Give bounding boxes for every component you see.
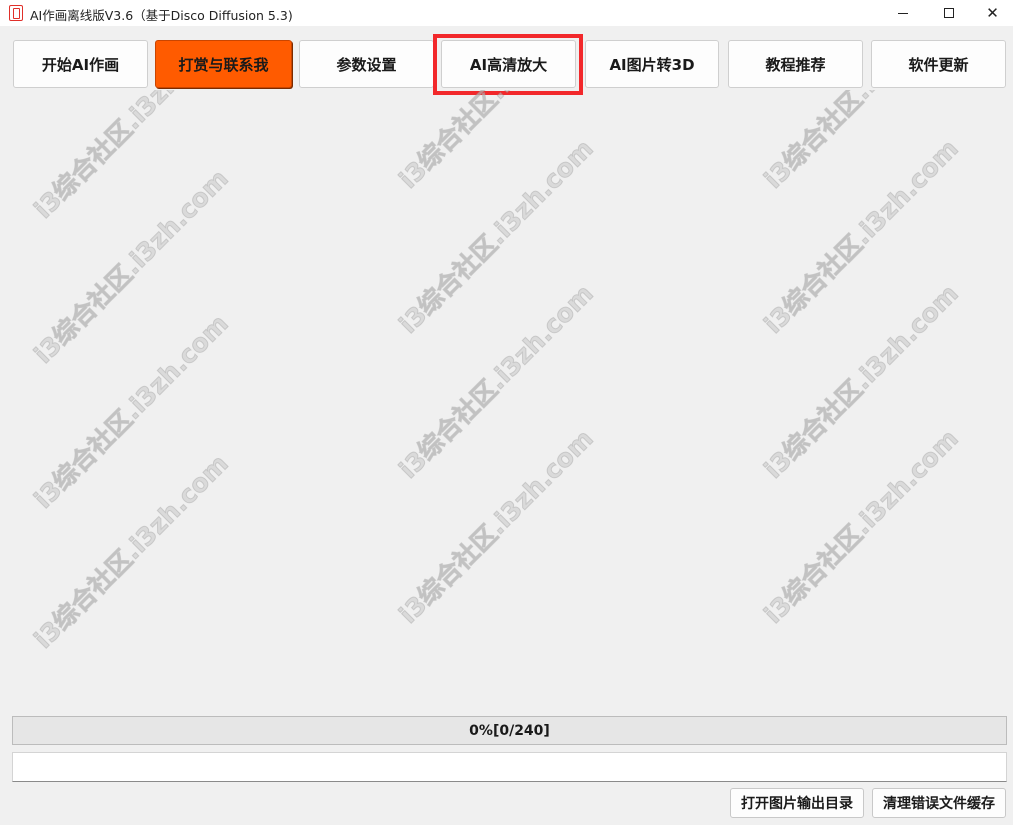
watermark-text: i3综合社区.i3zh.com	[28, 90, 234, 225]
watermark-text: i3综合社区.i3zh.com	[393, 423, 599, 630]
tutorial-recommend-button[interactable]: 教程推荐	[728, 40, 863, 88]
watermark-text: i3综合社区.i3zh.com	[758, 423, 964, 630]
app-window: AI作画离线版V3.6（基于Disco Diffusion 5.3) ✕ 开始A…	[0, 0, 1013, 825]
watermark-text: i3综合社区.i3zh.com	[393, 90, 599, 195]
close-icon: ✕	[986, 3, 999, 22]
donate-contact-button[interactable]: 打赏与联系我	[155, 40, 292, 88]
start-ai-painting-button[interactable]: 开始AI作画	[13, 40, 148, 88]
open-output-folder-button[interactable]: 打开图片输出目录	[730, 788, 864, 818]
ai-image-to-3d-button[interactable]: AI图片转3D	[585, 40, 719, 88]
ai-upscale-button[interactable]: AI高清放大	[441, 40, 576, 88]
watermark-text: i3综合社区.i3zh.com	[393, 133, 599, 340]
maximize-icon	[944, 8, 954, 18]
close-button[interactable]: ✕	[972, 0, 1013, 26]
app-logo-icon	[9, 5, 23, 21]
minimize-button[interactable]	[880, 0, 926, 26]
status-field[interactable]	[12, 752, 1007, 782]
watermark-text: i3综合社区.i3zh.com	[758, 278, 964, 485]
watermark-text: i3综合社区.i3zh.com	[758, 133, 964, 340]
main-toolbar: 开始AI作画 打赏与联系我 参数设置 AI高清放大 AI图片转3D 教程推荐 软…	[0, 38, 1013, 90]
maximize-button[interactable]	[926, 0, 972, 26]
generation-progress-bar: 0%[0/240]	[12, 716, 1007, 745]
watermark-layer: i3综合社区.i3zh.com i3综合社区.i3zh.com i3综合社区.i…	[0, 90, 1013, 715]
title-bar: AI作画离线版V3.6（基于Disco Diffusion 5.3) ✕	[0, 0, 1013, 26]
watermark-text: i3综合社区.i3zh.com	[28, 163, 234, 370]
watermark-text: i3综合社区.i3zh.com	[28, 308, 234, 515]
watermark-text: i3综合社区.i3zh.com	[758, 90, 964, 195]
watermark-text: i3综合社区.i3zh.com	[28, 448, 234, 655]
software-update-button[interactable]: 软件更新	[871, 40, 1006, 88]
clear-error-cache-button[interactable]: 清理错误文件缓存	[872, 788, 1006, 818]
watermark-text: i3综合社区.i3zh.com	[393, 278, 599, 485]
window-title: AI作画离线版V3.6（基于Disco Diffusion 5.3)	[30, 8, 293, 23]
progress-label: 0%[0/240]	[469, 722, 550, 739]
parameter-settings-button[interactable]: 参数设置	[299, 40, 434, 88]
minimize-icon	[898, 12, 908, 14]
